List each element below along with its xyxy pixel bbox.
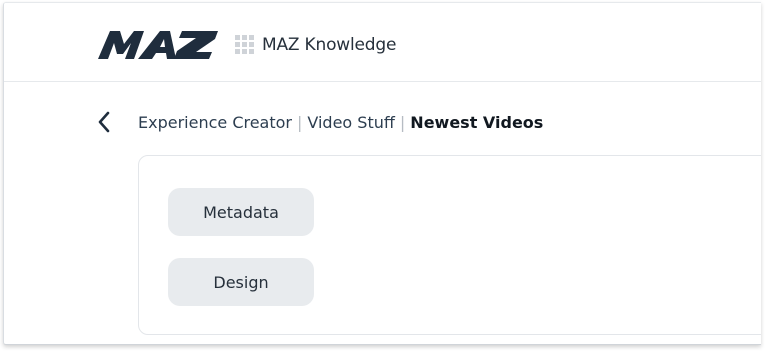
app-title: MAZ Knowledge [262, 35, 397, 55]
breadcrumb-video-stuff[interactable]: Video Stuff [307, 113, 395, 132]
breadcrumb: Experience Creator | Video Stuff | Newes… [138, 113, 543, 132]
breadcrumb-separator: | [297, 113, 303, 132]
breadcrumb-experience-creator[interactable]: Experience Creator [138, 113, 292, 132]
grid-apps-icon[interactable] [235, 35, 254, 54]
breadcrumb-newest-videos: Newest Videos [410, 113, 544, 132]
metadata-button[interactable]: Metadata [168, 188, 314, 236]
app-window: MAZ Knowledge Experience Creator | Video… [3, 2, 761, 345]
design-button[interactable]: Design [168, 258, 314, 306]
content-panel: Metadata Design [138, 155, 761, 335]
breadcrumb-separator: | [399, 113, 406, 132]
maz-logo[interactable] [98, 29, 218, 61]
chevron-left-icon[interactable] [95, 110, 113, 134]
top-header: MAZ Knowledge [4, 3, 761, 82]
